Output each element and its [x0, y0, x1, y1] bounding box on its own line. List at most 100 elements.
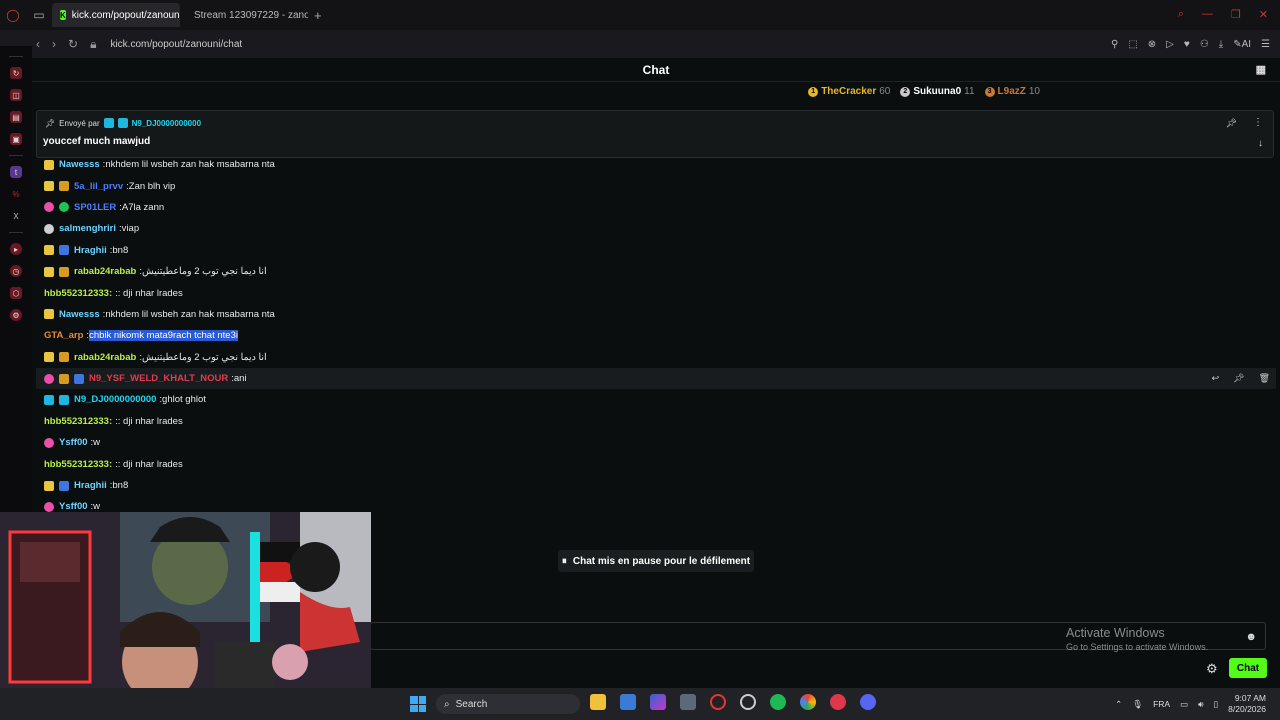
search-tabs-icon[interactable]: ⌕ — [1178, 8, 1184, 21]
copilot-icon[interactable] — [650, 694, 666, 710]
maximize-icon[interactable]: ❐ — [1231, 8, 1241, 21]
network-icon[interactable]: ▭ — [1180, 699, 1188, 710]
chat-message-row[interactable]: hbb552312333:: : dji nhar lrades — [36, 453, 1276, 474]
tab-stream[interactable]: Stream 123097229 - zanou — [180, 3, 308, 27]
sidebar-settings-icon[interactable]: ⚙ — [10, 309, 22, 321]
spotify-icon[interactable] — [770, 694, 786, 710]
app-red-icon[interactable] — [830, 694, 846, 710]
chat-message-row[interactable]: Nawesss: nkhdem lil wsbeh zan hak msabar… — [36, 304, 1276, 325]
menu-icon[interactable]: ☰ — [1261, 39, 1270, 50]
file-explorer-icon[interactable] — [590, 694, 606, 710]
send-chat-button[interactable]: Chat — [1229, 658, 1267, 678]
block-icon[interactable]: ⊗ — [1148, 39, 1156, 50]
chat-username[interactable]: hbb552312333: — [44, 416, 112, 427]
chat-username[interactable]: Hraghii — [74, 480, 107, 491]
chat-paused-button[interactable]: ⏸︎ Chat mis en pause pour le défilement — [558, 550, 754, 572]
sidebar-bag-icon[interactable]: ◫ — [10, 89, 22, 101]
discord-icon[interactable] — [860, 694, 876, 710]
close-icon[interactable]: ✕ — [1259, 8, 1268, 21]
sidebar-history-icon[interactable]: ↻ — [10, 67, 22, 79]
chat-username[interactable]: 5a_lil_prvv — [74, 181, 123, 192]
sidebar-x-icon[interactable]: X — [10, 210, 22, 222]
pinned-username[interactable]: N9_DJ0000000000 — [132, 119, 201, 128]
play-icon[interactable]: ▷ — [1166, 39, 1174, 50]
chat-username[interactable]: Hraghii — [74, 245, 107, 256]
chat-message-row[interactable]: rabab24rabab: انا ديما نجي توب 2 وماعطيت… — [36, 347, 1276, 368]
minimize-icon[interactable]: — — [1202, 8, 1213, 21]
chat-message-row[interactable]: N9_DJ0000000000: ghlot ghlot — [36, 389, 1276, 410]
opera-logo-icon[interactable]: ◯ — [0, 0, 26, 30]
chat-username[interactable]: N9_YSF_WELD_KHALT_NOUR — [89, 373, 228, 384]
forward-icon[interactable]: › — [52, 37, 56, 52]
leaderboard-entry[interactable]: 1 TheCracker 60 — [808, 86, 890, 97]
chat-settings-gear-icon[interactable]: ⚙ — [1206, 661, 1218, 677]
sidebar-cube-icon[interactable]: ⬡ — [10, 287, 22, 299]
clock[interactable]: 9:07 AM 8/20/2026 — [1228, 693, 1266, 715]
sidebar-twitch-icon[interactable]: t — [10, 166, 22, 178]
chat-username[interactable]: Ysff00 — [59, 501, 88, 512]
chat-message-row[interactable]: Hraghii: bn8 — [36, 240, 1276, 261]
chat-username[interactable]: rabab24rabab — [74, 266, 136, 277]
chat-username[interactable]: SP01LER — [74, 202, 116, 213]
url-field[interactable]: kick.com/popout/zanouni/chat — [110, 39, 242, 50]
unpin-icon[interactable]: 📌︎ — [1226, 118, 1237, 129]
chrome-icon[interactable] — [800, 694, 816, 710]
chat-username[interactable]: salmenghriri — [59, 223, 116, 234]
more-options-icon[interactable]: ⋮ — [1253, 117, 1263, 128]
language-indicator[interactable]: FRA — [1153, 699, 1170, 709]
chat-message-row[interactable]: GTA_arp: chbik nikomk mata9rach tchat nt… — [36, 325, 1276, 346]
store-icon[interactable] — [620, 694, 636, 710]
new-tab-icon[interactable]: + — [314, 8, 322, 23]
battery-icon[interactable]: ▯ — [1213, 699, 1218, 710]
chat-username[interactable]: GTA_arp — [44, 330, 83, 341]
taskbar-search[interactable]: ⌕ Search — [436, 694, 580, 714]
chat-message-row[interactable]: Ysff00: w — [36, 432, 1276, 453]
tray-arrow-icon[interactable]: ⌃ — [1115, 699, 1122, 710]
tab-menu-icon[interactable]: ▭ — [26, 0, 52, 30]
reload-icon[interactable]: ↻ — [68, 37, 78, 52]
volume-icon[interactable]: 🔊︎ — [1198, 699, 1203, 710]
chat-username[interactable]: rabab24rabab — [74, 352, 136, 363]
pin-icon[interactable]: ⚲ — [1111, 39, 1118, 50]
sidebar-player-icon[interactable]: ▸ — [10, 243, 22, 255]
windows-start-icon[interactable] — [410, 696, 426, 712]
emoji-icon[interactable]: ☻ — [1245, 631, 1257, 643]
chat-message-row[interactable]: hbb552312333:: : dji nhar lrades — [36, 411, 1276, 432]
leaderboard-entry[interactable]: 2 Sukuuna0 11 — [900, 86, 975, 97]
chat-username[interactable]: Nawesss — [59, 159, 100, 170]
chat-username[interactable]: Ysff00 — [59, 437, 88, 448]
opera-taskbar-icon[interactable] — [710, 694, 726, 710]
chat-message-row[interactable]: SP01LER: A7la zann — [36, 197, 1276, 218]
sidebar-news-icon[interactable]: ▣ — [10, 133, 22, 145]
chat-message-row[interactable]: rabab24rabab: انا ديما نجي توب 2 وماعطيت… — [36, 261, 1276, 282]
pin-message-icon[interactable]: 📌︎ — [1233, 373, 1244, 384]
steam-icon[interactable] — [740, 694, 756, 710]
chat-message-row[interactable]: hbb552312333:: : dji nhar lrades — [36, 282, 1276, 303]
download-icon[interactable]: ⤓ — [1219, 39, 1223, 50]
back-icon[interactable]: ‹ — [36, 37, 40, 52]
heart-icon[interactable]: ♥ — [1184, 39, 1190, 50]
ai-icon[interactable]: ✎AI — [1233, 39, 1251, 50]
chat-layout-icon[interactable]: ▦ — [1256, 63, 1266, 76]
sidebar-percent-icon[interactable]: % — [10, 188, 22, 200]
reply-icon[interactable]: ↩ — [1212, 373, 1220, 384]
delete-icon[interactable]: 🗑︎ — [1259, 373, 1270, 384]
chat-message-row[interactable]: salmenghriri: viap — [36, 218, 1276, 239]
chat-message-row[interactable]: 5a_lil_prvv: Zan blh vip — [36, 175, 1276, 196]
tab-kick-chat[interactable]: K kick.com/popout/zanouni/c — [52, 3, 180, 27]
chat-username[interactable]: hbb552312333: — [44, 459, 112, 470]
chat-message-row[interactable]: N9_YSF_WELD_KHALT_NOUR: ani ↩ 📌︎ 🗑︎ — [36, 367, 1276, 390]
chat-username[interactable]: N9_DJ0000000000 — [74, 394, 156, 405]
chat-username[interactable]: hbb552312333: — [44, 288, 112, 299]
account-icon[interactable]: ⚇ — [1200, 39, 1209, 50]
expand-arrow-icon[interactable]: ↓ — [1258, 138, 1263, 149]
chat-username[interactable]: Nawesss — [59, 309, 100, 320]
sidebar-chat-icon[interactable]: ▤ — [10, 111, 22, 123]
calculator-icon[interactable] — [680, 694, 696, 710]
chat-message-row[interactable]: Hraghii: bn8 — [36, 475, 1276, 496]
leaderboard-entry[interactable]: 3 L9azZ 10 — [984, 86, 1040, 97]
snapshot-icon[interactable]: ⬚ — [1128, 39, 1137, 50]
sidebar-clock-icon[interactable]: ◷ — [10, 265, 22, 277]
microphone-icon[interactable]: 🎙︎ — [1132, 699, 1143, 710]
chat-message-text: w — [93, 501, 101, 513]
